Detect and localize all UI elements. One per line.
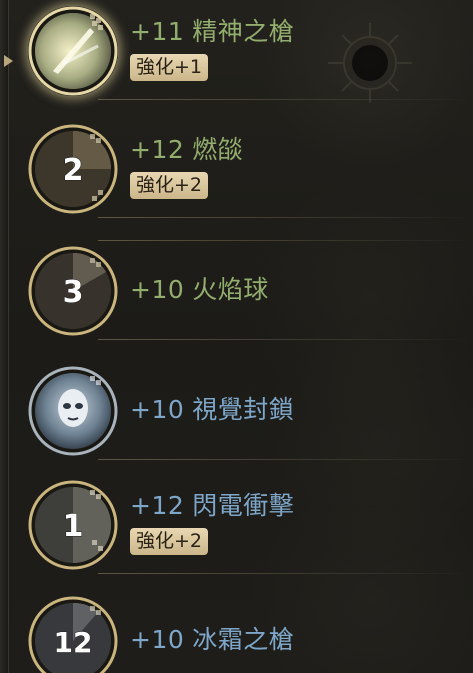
skill-row[interactable]: 3 +10 火焰球 xyxy=(28,240,473,340)
skill-icon-fireball[interactable]: 3 xyxy=(28,246,118,336)
skill-row[interactable]: +11 精神之槍 強化+1 xyxy=(28,0,473,100)
vision-block-icon xyxy=(28,366,118,456)
skill-label: +10 視覺封鎖 xyxy=(130,390,294,426)
skill-level: +10 xyxy=(130,395,185,424)
skill-icon-lightning-strike[interactable]: 1 xyxy=(28,480,118,570)
cooldown-number: 12 xyxy=(54,626,93,659)
skill-level: +10 xyxy=(130,625,185,654)
skill-icon-vision-block[interactable] xyxy=(28,366,118,456)
enhance-badge: 強化+2 xyxy=(130,172,209,199)
cooldown-number: 3 xyxy=(63,275,84,310)
skill-level: +12 xyxy=(130,491,185,520)
row-divider xyxy=(98,217,473,218)
frost-spear-icon: 12 xyxy=(28,596,118,673)
skill-label: +12 閃電衝擊 xyxy=(130,486,294,522)
skill-row[interactable]: 1 +12 閃電衝擊 強化+2 xyxy=(28,474,473,574)
skill-row[interactable]: 2 +12 燃燄 強化+2 xyxy=(28,118,473,218)
row-divider xyxy=(98,573,473,574)
cooldown-number: 1 xyxy=(63,509,84,544)
skill-name: 精神之槍 xyxy=(192,17,295,46)
skill-name: 視覺封鎖 xyxy=(192,395,295,424)
skill-row[interactable]: +10 視覺封鎖 xyxy=(28,360,473,460)
fireball-icon: 3 xyxy=(28,246,118,336)
skill-name: 燃燄 xyxy=(192,135,244,164)
skill-label: +11 精神之槍 xyxy=(130,12,294,48)
skill-level: +11 xyxy=(130,17,185,46)
row-divider xyxy=(98,240,473,241)
skill-icon-flame[interactable]: 2 xyxy=(28,124,118,214)
row-divider xyxy=(98,459,473,460)
skill-row[interactable]: 12 +10 冰霜之槍 xyxy=(28,590,473,673)
lightning-strike-icon: 1 xyxy=(28,480,118,570)
enhance-badge: 強化+2 xyxy=(130,528,209,555)
skill-name: 閃電衝擊 xyxy=(192,491,295,520)
panel-left-rail xyxy=(0,0,13,673)
enhance-badge: 強化+1 xyxy=(130,54,209,81)
skill-level: +10 xyxy=(130,275,185,304)
flame-icon: 2 xyxy=(28,124,118,214)
skill-name: 冰霜之槍 xyxy=(192,625,295,654)
skill-label: +10 火焰球 xyxy=(130,270,269,306)
row-divider xyxy=(98,99,473,100)
spirit-spear-icon xyxy=(28,6,118,96)
skill-list-panel: +11 精神之槍 強化+1 2 +12 燃燄 強化+2 3 +10 火焰球 +1… xyxy=(0,0,473,673)
row-divider xyxy=(98,339,473,340)
skill-icon-frost-spear[interactable]: 12 xyxy=(28,596,118,673)
selection-pointer-icon xyxy=(4,55,13,67)
skill-name: 火焰球 xyxy=(192,275,269,304)
skill-label: +12 燃燄 xyxy=(130,130,243,166)
skill-icon-spirit-spear[interactable] xyxy=(28,6,118,96)
cooldown-number: 2 xyxy=(63,153,84,188)
skill-label: +10 冰霜之槍 xyxy=(130,620,294,656)
skill-level: +12 xyxy=(130,135,185,164)
